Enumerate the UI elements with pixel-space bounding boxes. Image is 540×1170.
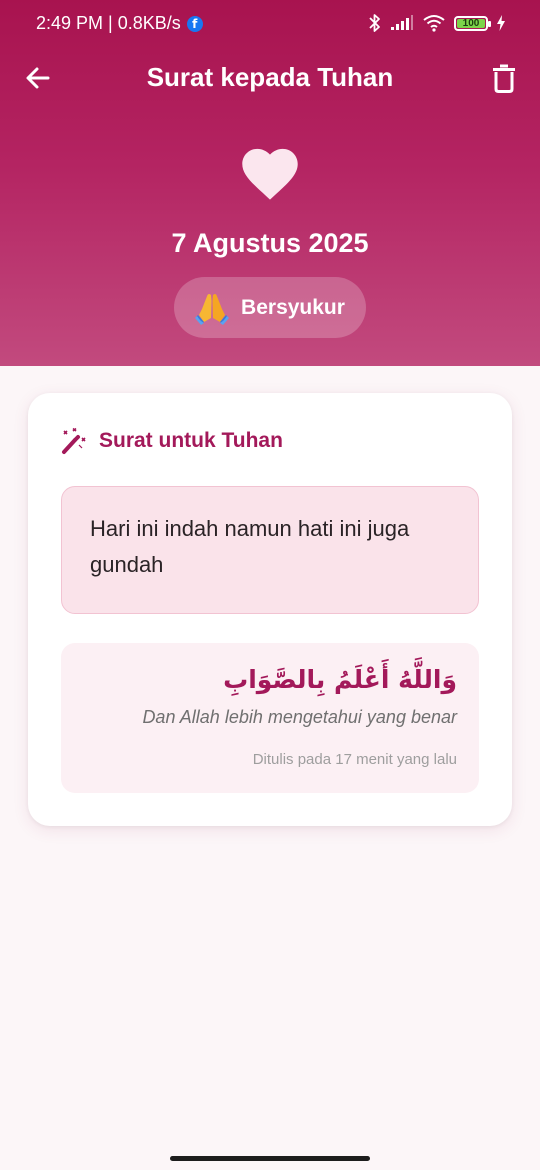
page-title: Surat kepada Tuhan xyxy=(146,62,394,92)
status-time: 2:49 PM | 0.8KB/s xyxy=(36,13,181,33)
magic-wand-icon xyxy=(62,427,86,454)
home-indicator[interactable] xyxy=(170,1156,370,1161)
heart-icon xyxy=(242,148,298,200)
folded-hands-icon xyxy=(195,293,230,325)
entry-date: 7 Agustus 2025 xyxy=(171,228,369,258)
status-right: 100 xyxy=(368,13,506,33)
mood-chip: Bersyukur xyxy=(174,277,366,338)
charging-icon xyxy=(497,15,505,31)
letter-text: Hari ini indah namun hati ini juga gunda… xyxy=(61,486,479,614)
arabic-closing: وَاللَّهُ أَعْلَمُ بِالصَّوَابِ xyxy=(223,665,457,694)
trash-icon xyxy=(493,64,515,93)
closing-box: وَاللَّهُ أَعْلَمُ بِالصَّوَابِ Dan Alla… xyxy=(61,643,479,793)
bluetooth-icon xyxy=(369,14,380,32)
signal-icon xyxy=(391,15,413,30)
facebook-icon: f xyxy=(186,15,203,32)
arrow-left-icon xyxy=(26,67,50,89)
letter-card: Surat untuk Tuhan Hari ini indah namun h… xyxy=(28,393,512,826)
battery-icon: 100 xyxy=(454,15,491,31)
card-header: Surat untuk Tuhan xyxy=(61,427,283,455)
status-left: 2:49 PM | 0.8KB/s f xyxy=(36,13,203,34)
wifi-icon xyxy=(423,15,445,32)
closing-translation: Dan Allah lebih mengetahui yang benar xyxy=(142,707,457,727)
battery-level: 100 xyxy=(462,17,480,29)
mood-label: Bersyukur xyxy=(241,295,345,319)
written-timestamp: Ditulis pada 17 menit yang lalu xyxy=(252,751,457,768)
back-button[interactable] xyxy=(20,60,56,96)
card-title: Surat untuk Tuhan xyxy=(99,429,283,452)
delete-button[interactable] xyxy=(486,60,522,96)
status-bar: 2:49 PM | 0.8KB/s f 100 xyxy=(0,0,540,50)
